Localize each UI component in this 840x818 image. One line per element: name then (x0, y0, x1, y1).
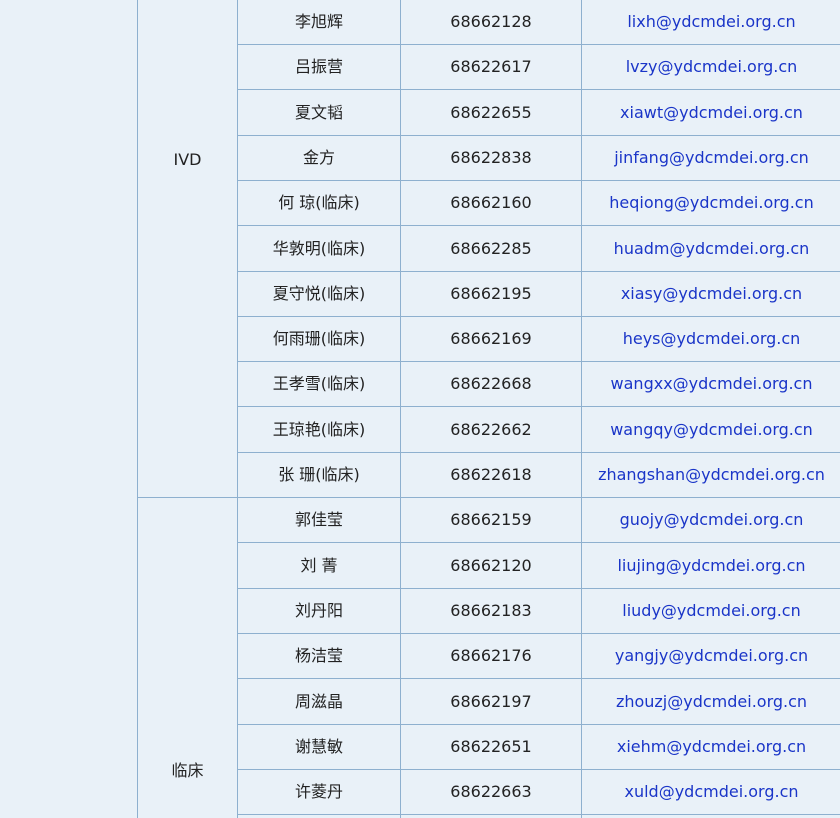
contact-email-cell: heys@ydcmdei.org.cn (583, 317, 840, 361)
contact-phone: 68662120 (450, 556, 532, 575)
contact-table: IVD 临床 李旭辉 68662128 lixh@ydcmdei.org.cn 吕振营… (0, 0, 840, 818)
row-divider (238, 814, 840, 815)
contact-email-link[interactable]: yangjy@ydcmdei.org.cn (615, 646, 808, 665)
contact-name: 刘丹阳 (294, 601, 343, 620)
contact-name: 张 珊(临床) (278, 465, 360, 484)
contact-name: 王琼艳(临床) (272, 420, 366, 439)
contact-email-link[interactable]: zhangshan@ydcmdei.org.cn (598, 465, 825, 484)
contact-email-cell: heqiong@ydcmdei.org.cn (583, 181, 840, 225)
contact-email-cell: wangqy@ydcmdei.org.cn (583, 408, 840, 452)
contact-phone: 68622668 (450, 374, 532, 393)
contact-name: 杨洁莹 (294, 646, 343, 665)
row-divider (238, 89, 840, 90)
contact-email-link[interactable]: liudy@ydcmdei.org.cn (622, 601, 800, 620)
contact-phone: 68622663 (450, 782, 532, 801)
contact-name: 吕振营 (294, 57, 343, 76)
contact-phone: 68622617 (450, 57, 532, 76)
contact-email-cell: xiawt@ydcmdei.org.cn (583, 91, 840, 135)
contact-email-cell: guojy@ydcmdei.org.cn (583, 498, 840, 542)
contact-email-link[interactable]: xuld@ydcmdei.org.cn (624, 782, 798, 801)
contact-name: 李旭辉 (294, 12, 343, 31)
contact-name: 夏守悦(临床) (272, 284, 366, 303)
row-divider (238, 542, 840, 543)
contact-email-link[interactable]: lixh@ydcmdei.org.cn (627, 12, 795, 31)
contact-phone: 68662183 (450, 601, 532, 620)
contact-email-link[interactable]: wangqy@ydcmdei.org.cn (610, 420, 813, 439)
contact-email-cell: wangxx@ydcmdei.org.cn (583, 362, 840, 406)
contact-name: 华敦明(临床) (272, 239, 366, 258)
contact-email-cell: xuld@ydcmdei.org.cn (583, 770, 840, 814)
contact-phone: 68662159 (450, 510, 532, 529)
contact-name: 郭佳莹 (294, 510, 343, 529)
contact-phone: 68622662 (450, 420, 532, 439)
contact-email-cell: lixh@ydcmdei.org.cn (583, 0, 840, 44)
contact-phone: 68662285 (450, 239, 532, 258)
contact-name: 谢慧敏 (294, 737, 343, 756)
contact-phone: 68662195 (450, 284, 532, 303)
contact-email-link[interactable]: heys@ydcmdei.org.cn (623, 329, 801, 348)
row-divider (238, 406, 840, 407)
contact-phone: 68662176 (450, 646, 532, 665)
contact-email-cell: xiehm@ydcmdei.org.cn (583, 725, 840, 769)
row-divider (238, 678, 840, 679)
contact-email-cell: jinfang@ydcmdei.org.cn (583, 136, 840, 180)
contact-email-link[interactable]: jinfang@ydcmdei.org.cn (614, 148, 809, 167)
contact-email-cell: zhangshan@ydcmdei.org.cn (583, 453, 840, 497)
contact-email-link[interactable]: lvzy@ydcmdei.org.cn (626, 57, 798, 76)
department-label-clinical: 临床 (171, 761, 204, 780)
contact-email-cell: xiasy@ydcmdei.org.cn (583, 272, 840, 316)
contact-phone: 68622651 (450, 737, 532, 756)
contact-email-cell: liujing@ydcmdei.org.cn (583, 544, 840, 588)
table-border (137, 0, 138, 818)
contact-phone: 68662169 (450, 329, 532, 348)
contact-phone: 68662197 (450, 692, 532, 711)
contact-name: 刘 菁 (300, 556, 338, 575)
contact-phone: 68622655 (450, 103, 532, 122)
contact-email-cell: zhouzj@ydcmdei.org.cn (583, 680, 840, 724)
contact-phone: 68622838 (450, 148, 532, 167)
contact-email-link[interactable]: liujing@ydcmdei.org.cn (617, 556, 805, 575)
contact-email-link[interactable]: xiehm@ydcmdei.org.cn (617, 737, 806, 756)
contact-name: 周滋晶 (294, 692, 343, 711)
department-divider (138, 497, 237, 498)
contact-email-cell: huadm@ydcmdei.org.cn (583, 227, 840, 271)
contact-email-cell: yangjy@ydcmdei.org.cn (583, 634, 840, 678)
department-label-ivd: IVD (173, 150, 202, 169)
contact-name: 何 琼(临床) (278, 193, 360, 212)
contact-email-link[interactable]: wangxx@ydcmdei.org.cn (611, 374, 813, 393)
table-border (581, 0, 582, 818)
contact-name: 夏文韬 (294, 103, 343, 122)
contact-email-link[interactable]: heqiong@ydcmdei.org.cn (609, 193, 813, 212)
contact-email-link[interactable]: huadm@ydcmdei.org.cn (614, 239, 810, 258)
contact-phone: 68662160 (450, 193, 532, 212)
contact-name: 许菱丹 (294, 782, 343, 801)
contact-email-link[interactable]: zhouzj@ydcmdei.org.cn (616, 692, 807, 711)
contact-email-cell: lvzy@ydcmdei.org.cn (583, 45, 840, 89)
row-divider (238, 225, 840, 226)
contact-name: 金方 (302, 148, 335, 167)
contact-name: 何雨珊(临床) (272, 329, 366, 348)
contact-phone: 68622618 (450, 465, 532, 484)
contact-name: 王孝雪(临床) (272, 374, 366, 393)
contact-email-link[interactable]: guojy@ydcmdei.org.cn (620, 510, 804, 529)
contact-email-link[interactable]: xiasy@ydcmdei.org.cn (621, 284, 802, 303)
contact-email-cell: liudy@ydcmdei.org.cn (583, 589, 840, 633)
contact-phone: 68662128 (450, 12, 532, 31)
contact-email-link[interactable]: xiawt@ydcmdei.org.cn (620, 103, 803, 122)
